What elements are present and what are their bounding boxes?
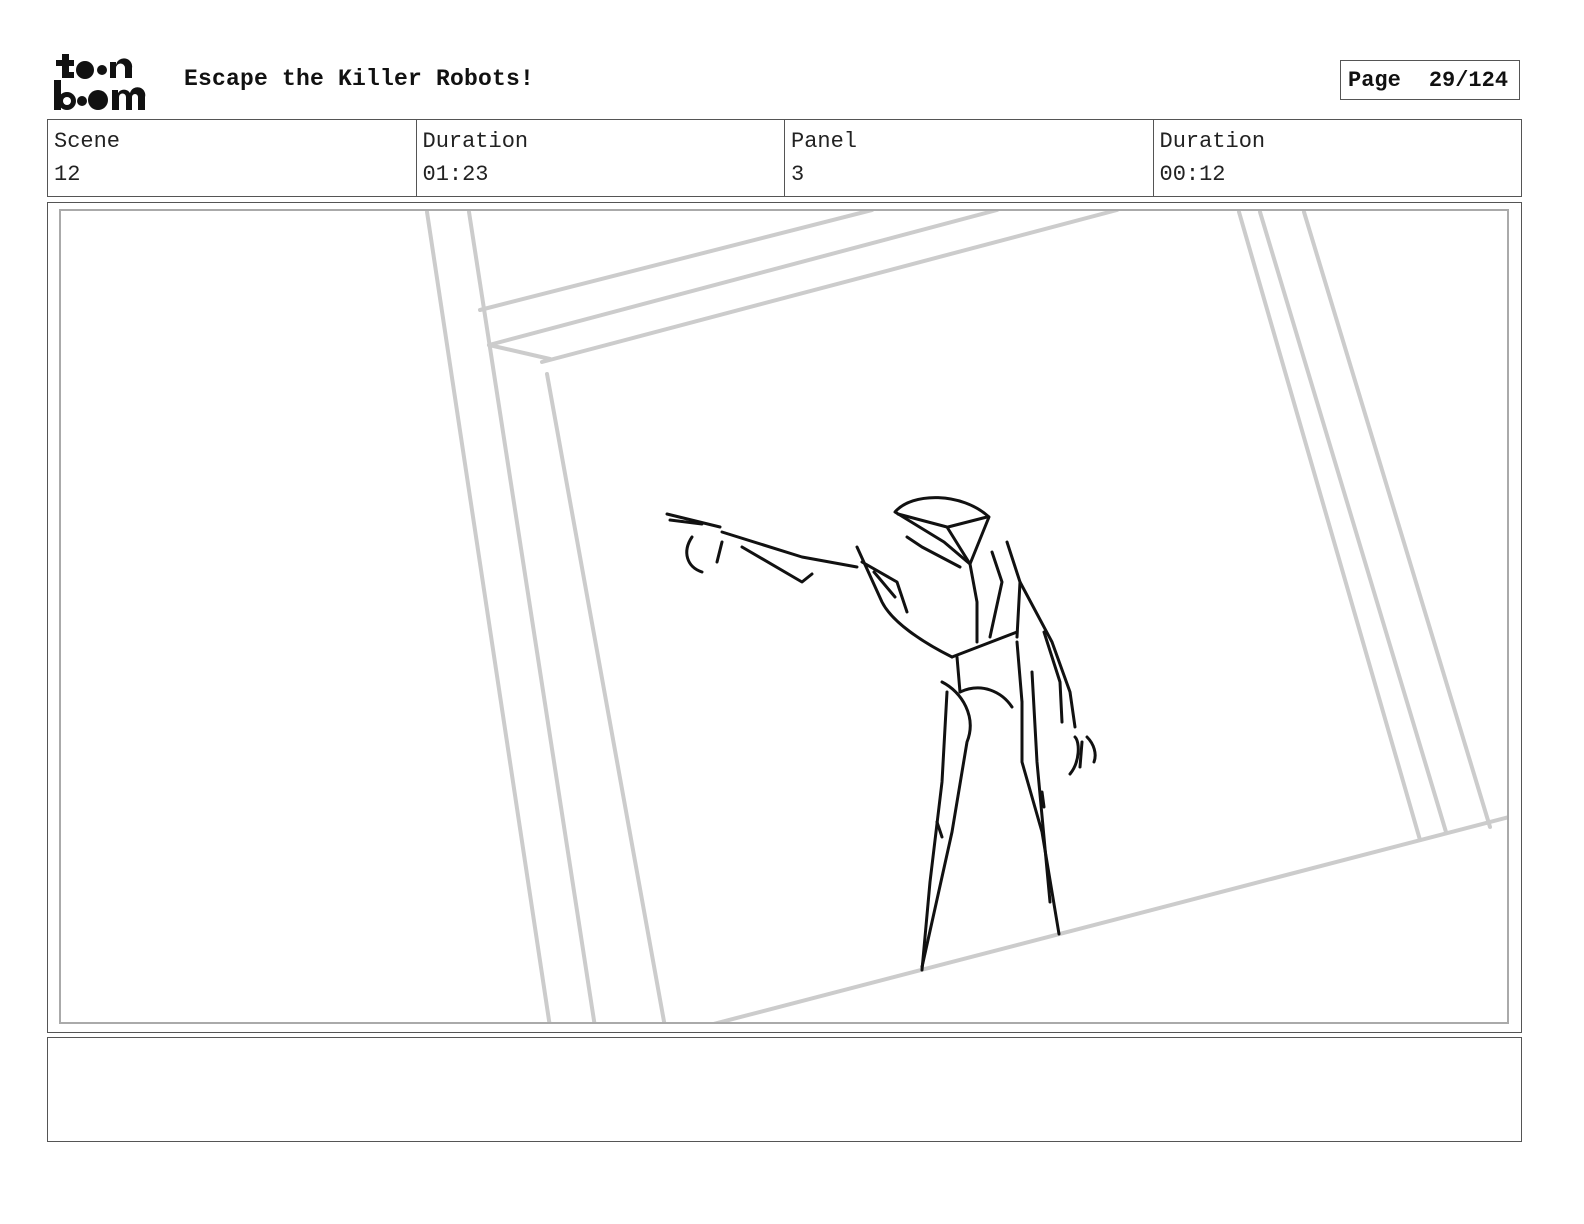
scene-duration-label: Duration: [422, 129, 529, 154]
panel-label: Panel: [791, 129, 858, 154]
panel-notes-area[interactable]: [47, 1037, 1522, 1142]
panel-info-table: Scene 12 Duration 01:23 Panel 3 Duration…: [47, 119, 1522, 197]
robot-figure: [665, 496, 1097, 972]
page-label: Page: [1348, 67, 1401, 93]
scene-duration-cell: Duration 01:23: [417, 120, 785, 196]
panel-cell: Panel 3: [785, 120, 1154, 196]
panel-duration-label: Duration: [1159, 129, 1266, 154]
page-number: 29/124: [1428, 67, 1509, 93]
panel-value: 3: [791, 162, 805, 187]
panel-duration-cell: Duration 00:12: [1154, 120, 1522, 196]
background-sketch-lines: [425, 211, 1507, 1022]
panel-duration-value: 00:12: [1159, 162, 1226, 187]
page-indicator: Page 29/124: [1340, 60, 1520, 100]
storyboard-panel-image: [59, 209, 1509, 1024]
toonboom-logo: [52, 52, 164, 112]
scene-label: Scene: [54, 129, 121, 154]
scene-duration-value: 01:23: [422, 162, 489, 187]
robot-sketch: [425, 211, 1507, 1022]
scene-value: 12: [54, 162, 81, 187]
project-title: Escape the Killer Robots!: [184, 66, 535, 92]
scene-cell: Scene 12: [48, 120, 417, 196]
